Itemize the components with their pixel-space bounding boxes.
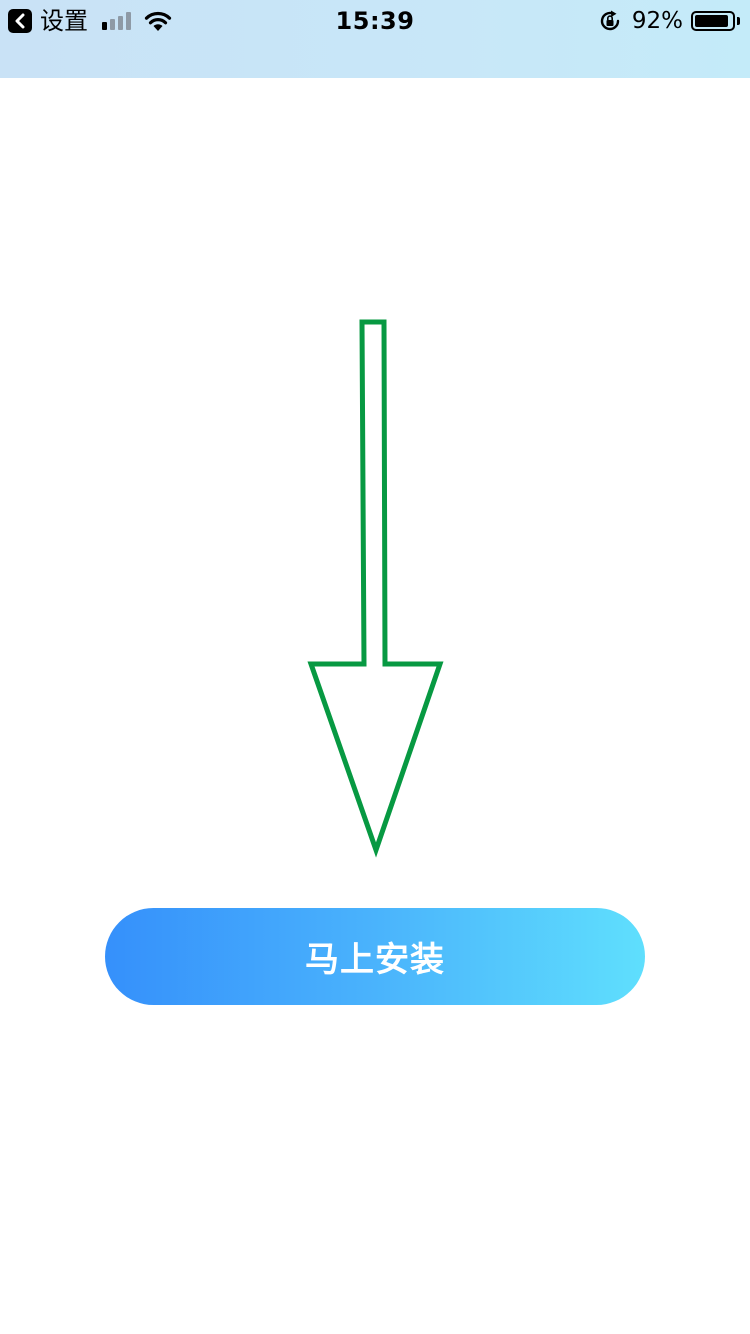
battery-icon xyxy=(691,11,735,31)
down-arrow-icon xyxy=(305,318,447,858)
orientation-lock-icon xyxy=(600,10,620,31)
status-bar: 设置 15:39 92% xyxy=(0,0,750,78)
status-bar-right: 92% xyxy=(598,6,740,36)
battery-percent: 92% xyxy=(631,8,683,34)
screen: 设置 15:39 92% 马上安装 xyxy=(0,0,750,1334)
battery-nub xyxy=(737,17,740,25)
battery-level-fill xyxy=(695,15,729,27)
install-now-button[interactable]: 马上安装 xyxy=(105,908,645,1005)
